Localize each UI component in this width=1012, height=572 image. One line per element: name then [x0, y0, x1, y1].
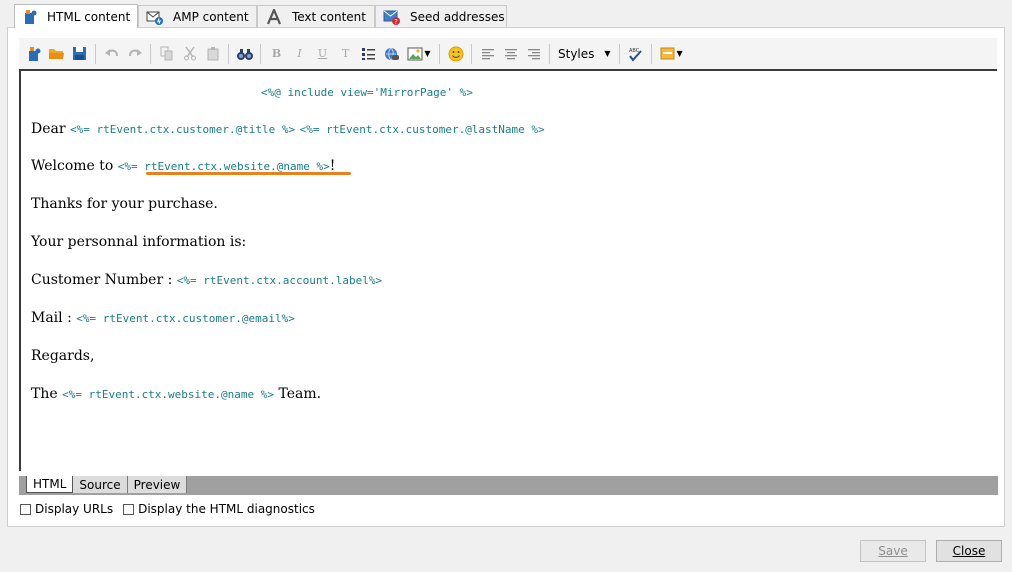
tab-preview[interactable]: Preview [127, 476, 188, 493]
chevron-down-icon: ▼ [424, 49, 431, 58]
dear-line: Dear <%= rtEvent.ctx.customer.@title %> … [31, 121, 545, 137]
paste-icon[interactable] [201, 42, 224, 65]
team-prefix: The [31, 386, 63, 402]
align-right-icon[interactable] [522, 42, 545, 65]
close-button[interactable]: Close [936, 540, 1002, 562]
close-label: Close [952, 544, 986, 558]
title-expression: <%= rtEvent.ctx.customer.@title %> [70, 123, 296, 136]
find-icon[interactable] [233, 42, 256, 65]
styles-label: Styles [558, 46, 595, 61]
styles-dropdown[interactable]: Styles ▼ [554, 42, 615, 65]
save-button[interactable]: Save [860, 540, 926, 562]
align-left-icon[interactable] [476, 42, 499, 65]
insert-block-button[interactable]: ▼ [656, 42, 688, 65]
personal-info-line: Your personnal information is: [31, 234, 247, 250]
toolbar-separator [150, 43, 151, 64]
save-icon[interactable] [68, 42, 91, 65]
account-label-expression: <%= rtEvent.ctx.account.label%> [176, 274, 383, 287]
redo-icon[interactable] [123, 42, 146, 65]
include-directive: <%@ include view='MirrorPage' %> [261, 86, 473, 99]
open-folder-icon[interactable] [45, 42, 68, 65]
toolbar-separator [95, 43, 96, 64]
tab-label: Seed addresses [410, 9, 505, 24]
display-urls-label: Display URLs [35, 502, 114, 516]
highlight-underline [146, 172, 351, 175]
tab-source[interactable]: Source [73, 476, 128, 493]
display-options: Display URLs Display the HTML diagnostic… [20, 502, 325, 516]
cut-icon[interactable] [178, 42, 201, 65]
email-expression: <%= rtEvent.ctx.customer.@email%> [76, 312, 295, 325]
toolbar-separator [471, 43, 472, 64]
link-icon[interactable] [380, 42, 403, 65]
display-diagnostics-checkbox[interactable] [123, 503, 135, 515]
spellcheck-icon[interactable]: ABC [624, 42, 647, 65]
toolbar-separator [260, 43, 261, 64]
display-urls-option[interactable]: Display URLs [20, 502, 113, 516]
tab-html[interactable]: HTML [26, 476, 74, 493]
underline-button[interactable]: U [311, 42, 334, 65]
toolbar-separator [439, 43, 440, 64]
save-label: Save [878, 544, 908, 558]
tab-label: HTML content [47, 9, 131, 24]
italic-button[interactable]: I [288, 42, 311, 65]
tab-label: AMP content [173, 9, 249, 24]
team-line: The <%= rtEvent.ctx.website.@name %> Tea… [31, 386, 321, 402]
tab-seed-addresses[interactable]: ? Seed addresses [375, 5, 507, 27]
customer-number-line: Customer Number : <%= rtEvent.ctx.accoun… [31, 272, 382, 288]
display-diagnostics-option[interactable]: Display the HTML diagnostics [123, 502, 315, 516]
insert-image-button[interactable]: ▼ [403, 42, 435, 65]
toolbar-separator [228, 43, 229, 64]
bullet-list-icon[interactable] [357, 42, 380, 65]
lastname-expression: <%= rtEvent.ctx.customer.@lastName %> [299, 123, 545, 136]
team-website-expression: <%= rtEvent.ctx.website.@name %> [62, 388, 275, 401]
text-content-icon [265, 8, 283, 26]
svg-text:?: ? [394, 18, 398, 25]
mail-line: Mail : <%= rtEvent.ctx.customer.@email%> [31, 310, 295, 326]
copy-icon[interactable] [155, 42, 178, 65]
thanks-line: Thanks for your purchase. [31, 196, 218, 212]
tab-label: Text content [291, 9, 366, 24]
display-urls-checkbox[interactable] [20, 503, 31, 515]
display-diagnostics-label: Display the HTML diagnostics [138, 502, 315, 516]
chevron-down-icon: ▼ [676, 49, 683, 58]
new-document-icon[interactable] [22, 42, 45, 65]
emoji-icon[interactable] [444, 42, 467, 65]
html-content-icon [22, 8, 38, 26]
tab-text-content[interactable]: Text content [257, 5, 375, 27]
seed-addresses-icon: ? [383, 8, 401, 26]
regards-line: Regards, [31, 348, 95, 364]
team-suffix: Team. [274, 386, 322, 402]
bold-button[interactable]: B [265, 42, 288, 65]
amp-content-icon [146, 8, 164, 26]
undo-icon[interactable] [100, 42, 123, 65]
welcome-text: Welcome to [31, 158, 118, 174]
tab-html-content[interactable]: HTML content [14, 4, 138, 28]
align-center-icon[interactable] [499, 42, 522, 65]
clear-format-button[interactable]: T [334, 42, 357, 65]
toolbar-separator [618, 43, 620, 64]
toolbar-separator [549, 43, 550, 64]
editor-toolbar: B I U T ▼ Styles ▼ ABC ▼ [19, 38, 997, 71]
view-tabs: HTML Source Preview [19, 476, 998, 495]
toolbar-separator [650, 43, 652, 64]
chevron-down-icon: ▼ [604, 49, 611, 58]
dear-text: Dear [31, 121, 70, 137]
tab-amp-content[interactable]: AMP content [138, 5, 257, 27]
html-editor[interactable]: <%@ include view='MirrorPage' %> Dear <%… [19, 71, 998, 471]
customer-number-label: Customer Number : [31, 272, 177, 288]
mail-label: Mail : [31, 310, 77, 326]
